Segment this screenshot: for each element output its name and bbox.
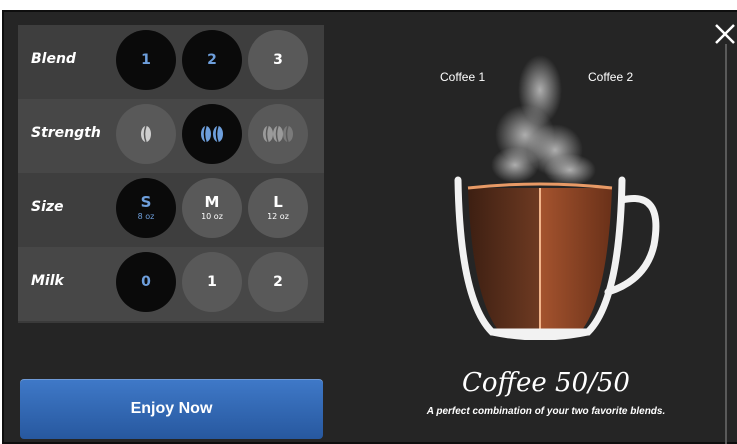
bean-1-icon <box>141 125 151 143</box>
milk-option-1[interactable]: 1 <box>182 252 242 312</box>
size-row: Size S 8 oz M 10 oz L 12 oz <box>18 173 324 247</box>
size-label: Size <box>31 199 64 215</box>
blend-option-2[interactable]: 2 <box>182 30 242 90</box>
strength-option-1[interactable] <box>116 104 176 164</box>
enjoy-now-button[interactable]: Enjoy Now <box>20 379 323 439</box>
product-description: A perfect combination of your two favori… <box>426 406 666 417</box>
blend-option-1[interactable]: 1 <box>116 30 176 90</box>
milk-option-0[interactable]: 0 <box>116 252 176 312</box>
milk-option-2[interactable]: 2 <box>248 252 308 312</box>
strength-row: Strength <box>18 99 324 173</box>
coffee-mug-illustration <box>454 55 660 340</box>
product-name: Coffee 50/50 <box>462 368 630 398</box>
steam <box>491 55 596 186</box>
blend-label: Blend <box>31 51 76 67</box>
scrollbar-edge <box>725 44 727 444</box>
size-option-large[interactable]: L 12 oz <box>248 178 308 238</box>
strength-option-3[interactable] <box>248 104 308 164</box>
milk-row: Milk 0 1 2 <box>18 247 324 321</box>
options-grid: Blend 1 2 3 Strength Size S 8 oz M 10 oz… <box>18 25 324 323</box>
strength-label: Strength <box>31 125 101 141</box>
blend-option-3[interactable]: 3 <box>248 30 308 90</box>
size-option-medium[interactable]: M 10 oz <box>182 178 242 238</box>
close-icon[interactable] <box>713 22 737 46</box>
size-option-small[interactable]: S 8 oz <box>116 178 176 238</box>
bean-3-icon <box>263 125 293 143</box>
bean-2-icon <box>201 125 223 143</box>
blend-row: Blend 1 2 3 <box>18 25 324 99</box>
strength-option-2[interactable] <box>182 104 242 164</box>
milk-label: Milk <box>31 273 64 289</box>
